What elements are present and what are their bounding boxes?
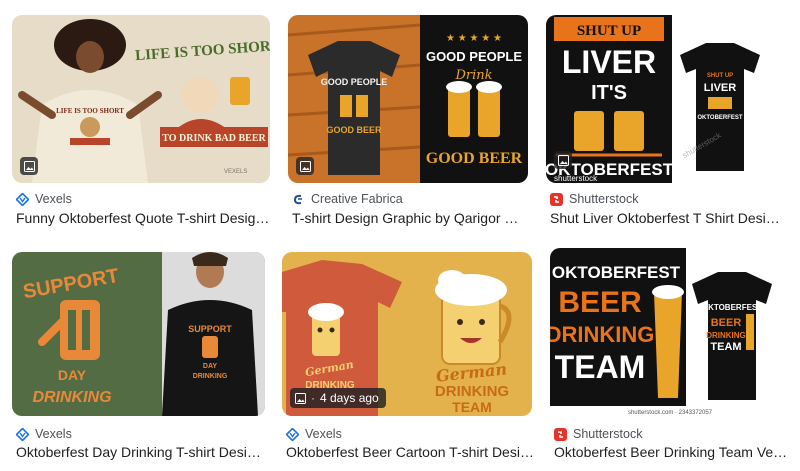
shutterstock-logo-icon (550, 192, 563, 206)
shirt-print-text: BEER (711, 317, 742, 329)
shutterstock-logo-icon (554, 427, 567, 441)
vexels-logo-icon (286, 427, 299, 441)
result-thumbnail[interactable]: LIFE IS TOO SHORT LIFE IS TOO SHORT TO D… (12, 15, 270, 183)
result-title[interactable]: Oktoberfest Beer Drinking Team Ve… (554, 444, 790, 460)
result-thumbnail[interactable]: SHUT UP LIVER IT'S OKTOBERFEST SHUT UP L… (546, 15, 782, 183)
result-title[interactable]: Oktoberfest Day Drinking T-shirt Desi… (16, 444, 269, 460)
shirt-print-text: DRINKING (706, 331, 746, 340)
shirt-print-text: DAY (203, 363, 217, 370)
shirt-print-text: DRINKING (193, 373, 228, 380)
watermark-text: shutterstock.com · 2343372057 (628, 410, 713, 416)
creative-fabrica-logo-icon (293, 194, 302, 204)
source-name: Vexels (35, 427, 72, 441)
image-icon (554, 151, 572, 169)
artwork-headline: SHUT UP (577, 23, 641, 39)
image-icon (296, 157, 314, 175)
watermark-text: shutterstock (554, 174, 598, 183)
artwork-headline: LIVER (562, 44, 656, 80)
result-source[interactable]: Creative Fabrica (292, 191, 403, 207)
shirt-print-text: SUPPORT (188, 324, 232, 334)
result-thumbnail[interactable]: SUPPORT DAY DRINKING SUPPORT DAY DRINKIN… (12, 252, 265, 416)
artwork-headline: BEER (558, 286, 642, 319)
result-title[interactable]: T-shirt Design Graphic by Qarigor … (292, 210, 532, 226)
result-thumbnail[interactable]: German DRINKING German DRINKING TEAM · 4… (282, 252, 532, 416)
artwork-headline: GOOD PEOPLE (426, 49, 522, 64)
badge-separator: · (311, 391, 315, 405)
shirt-print-text: LIVER (704, 82, 736, 94)
source-name: Shutterstock (569, 192, 639, 206)
result-title[interactable]: Funny Oktoberfest Quote T-shirt Desig… (16, 210, 274, 226)
result-card[interactable]: German DRINKING German DRINKING TEAM · 4… (282, 252, 536, 464)
age-badge: · 4 days ago (290, 388, 386, 408)
result-card[interactable]: GOOD PEOPLE GOOD BEER ★ ★ ★ ★ ★ GOOD PEO… (288, 15, 528, 235)
result-card[interactable]: LIFE IS TOO SHORT LIFE IS TOO SHORT TO D… (12, 15, 270, 235)
result-source[interactable]: Vexels (16, 426, 72, 442)
result-source[interactable]: Shutterstock (550, 191, 638, 207)
artwork-subhead: DRINKING (550, 322, 654, 347)
artwork-footer: TEAM (452, 399, 492, 415)
result-title[interactable]: Shut Liver Oktoberfest T Shirt Desi… (550, 210, 786, 226)
watermark-text: VEXELS (224, 169, 247, 175)
artwork-footer: DRINKING (32, 389, 111, 406)
shirt-print-text: TEAM (710, 341, 741, 353)
source-name: Vexels (35, 192, 72, 206)
result-card[interactable]: OKTOBERFEST BEER DRINKING TEAM OKTOBERFE… (550, 248, 790, 464)
artwork-footer: TEAM (555, 349, 646, 385)
source-name: Vexels (305, 427, 342, 441)
result-thumbnail[interactable]: OKTOBERFEST BEER DRINKING TEAM OKTOBERFE… (550, 248, 790, 416)
artwork-subhead: IT'S (591, 82, 627, 104)
result-thumbnail[interactable]: GOOD PEOPLE GOOD BEER ★ ★ ★ ★ ★ GOOD PEO… (288, 15, 528, 183)
artwork-headline: DRINKING (435, 383, 509, 400)
artwork-footer: GOOD BEER (426, 150, 523, 167)
source-name: Shutterstock (573, 427, 643, 441)
result-card[interactable]: SHUT UP LIVER IT'S OKTOBERFEST SHUT UP L… (546, 15, 782, 235)
shirt-print-text: LIFE IS TOO SHORT (56, 107, 124, 115)
artwork-script: Drink (454, 68, 492, 83)
shirt-print-text: GOOD PEOPLE (321, 77, 388, 87)
shirt-print-text: OKTOBERFEST (702, 303, 762, 312)
result-source[interactable]: Shutterstock (554, 426, 642, 442)
vexels-logo-icon (16, 192, 29, 206)
result-title[interactable]: Oktoberfest Beer Cartoon T-shirt Desig… (286, 444, 536, 460)
shirt-print-text: GOOD BEER (326, 125, 382, 135)
result-source[interactable]: Vexels (286, 426, 342, 442)
image-icon (295, 392, 306, 404)
image-icon (20, 157, 38, 175)
artwork-headline: OKTOBERFEST (552, 263, 681, 282)
source-name: Creative Fabrica (311, 192, 403, 206)
result-card[interactable]: SUPPORT DAY DRINKING SUPPORT DAY DRINKIN… (12, 252, 265, 464)
shirt-print-text: OKTOBERFEST (697, 115, 743, 121)
artwork-subhead: DAY (58, 367, 87, 383)
badge-text: 4 days ago (320, 391, 379, 405)
vexels-logo-icon (16, 427, 29, 441)
result-source[interactable]: Vexels (16, 191, 72, 207)
shirt-print-text: SHUT UP (707, 73, 733, 79)
stars: ★ ★ ★ ★ ★ (446, 33, 502, 44)
artwork-banner-text: TO DRINK BAD BEER (162, 133, 266, 144)
